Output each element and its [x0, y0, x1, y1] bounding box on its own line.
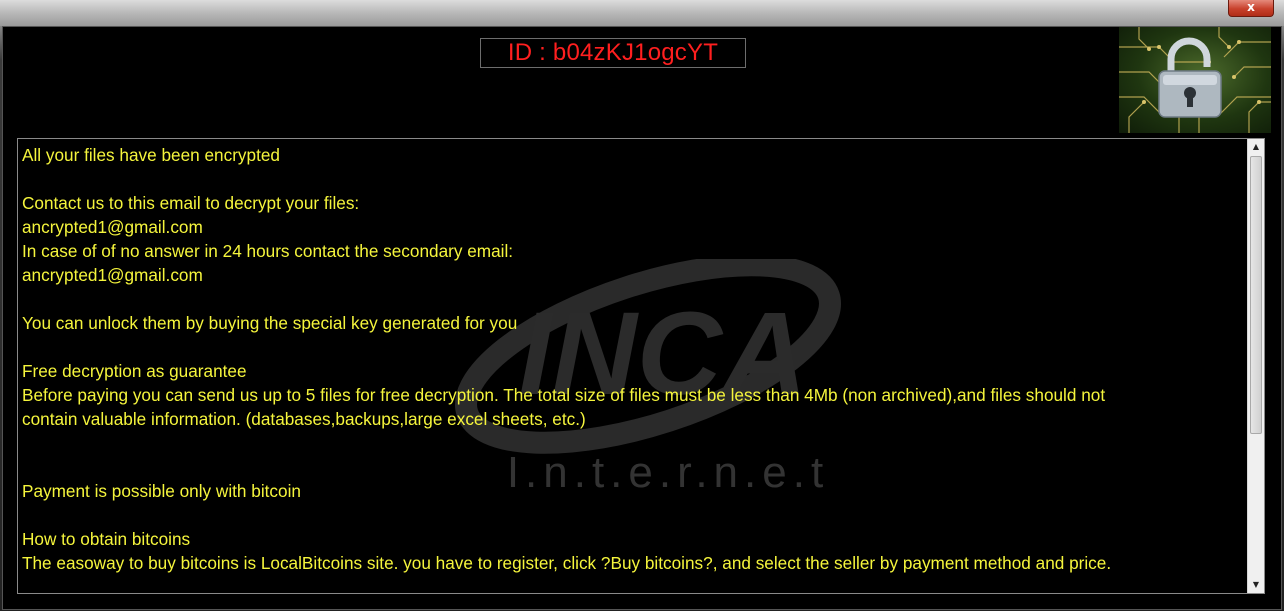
scroll-thumb[interactable] [1250, 156, 1262, 434]
title-bar[interactable]: x [0, 0, 1284, 26]
ransom-window-content: ID : b04zKJ1ogcYT INCA I.n.t.e.r.n.e.t A… [2, 26, 1282, 610]
note-line: How to obtain bitcoins [22, 529, 191, 549]
note-line [22, 455, 1242, 479]
close-button[interactable]: x [1228, 0, 1274, 17]
note-line [22, 167, 1242, 191]
scroll-up-arrow-icon[interactable]: ▲ [1248, 139, 1264, 155]
victim-id-label: ID : b04zKJ1ogcYT [480, 38, 746, 68]
note-line: The easoway to buy bitcoins is LocalBitc… [22, 553, 1112, 573]
note-line: Free decryption as guarantee [22, 361, 247, 381]
ransom-note-textbox[interactable]: INCA I.n.t.e.r.n.e.t All your files have… [17, 138, 1265, 594]
note-line [22, 335, 1242, 359]
vertical-scrollbar[interactable]: ▲ ▼ [1247, 139, 1264, 593]
note-line: Before paying you can send us up to 5 fi… [22, 385, 1106, 405]
note-line [22, 431, 1242, 455]
note-line [22, 503, 1242, 527]
note-line: ancrypted1@gmail.com [22, 217, 203, 237]
note-line: In case of of no answer in 24 hours cont… [22, 241, 514, 261]
padlock-icon [1119, 27, 1271, 133]
note-line: You can unlock them by buying the specia… [22, 313, 518, 333]
note-line: Payment is possible only with bitcoin [22, 481, 301, 501]
note-line: All your files have been encrypted [22, 145, 280, 165]
note-line [22, 287, 1242, 311]
note-line: Contact us to this email to decrypt your… [22, 193, 360, 213]
window: x ID : b04zKJ1ogcYT INCA I.n.t.e.r.n.e.t… [0, 0, 1284, 611]
ransom-note-text: All your files have been encrypted Contac… [22, 143, 1242, 575]
note-line: ancrypted1@gmail.com [22, 265, 203, 285]
note-line: contain valuable information. (databases… [22, 409, 586, 429]
scroll-down-arrow-icon[interactable]: ▼ [1248, 577, 1264, 593]
